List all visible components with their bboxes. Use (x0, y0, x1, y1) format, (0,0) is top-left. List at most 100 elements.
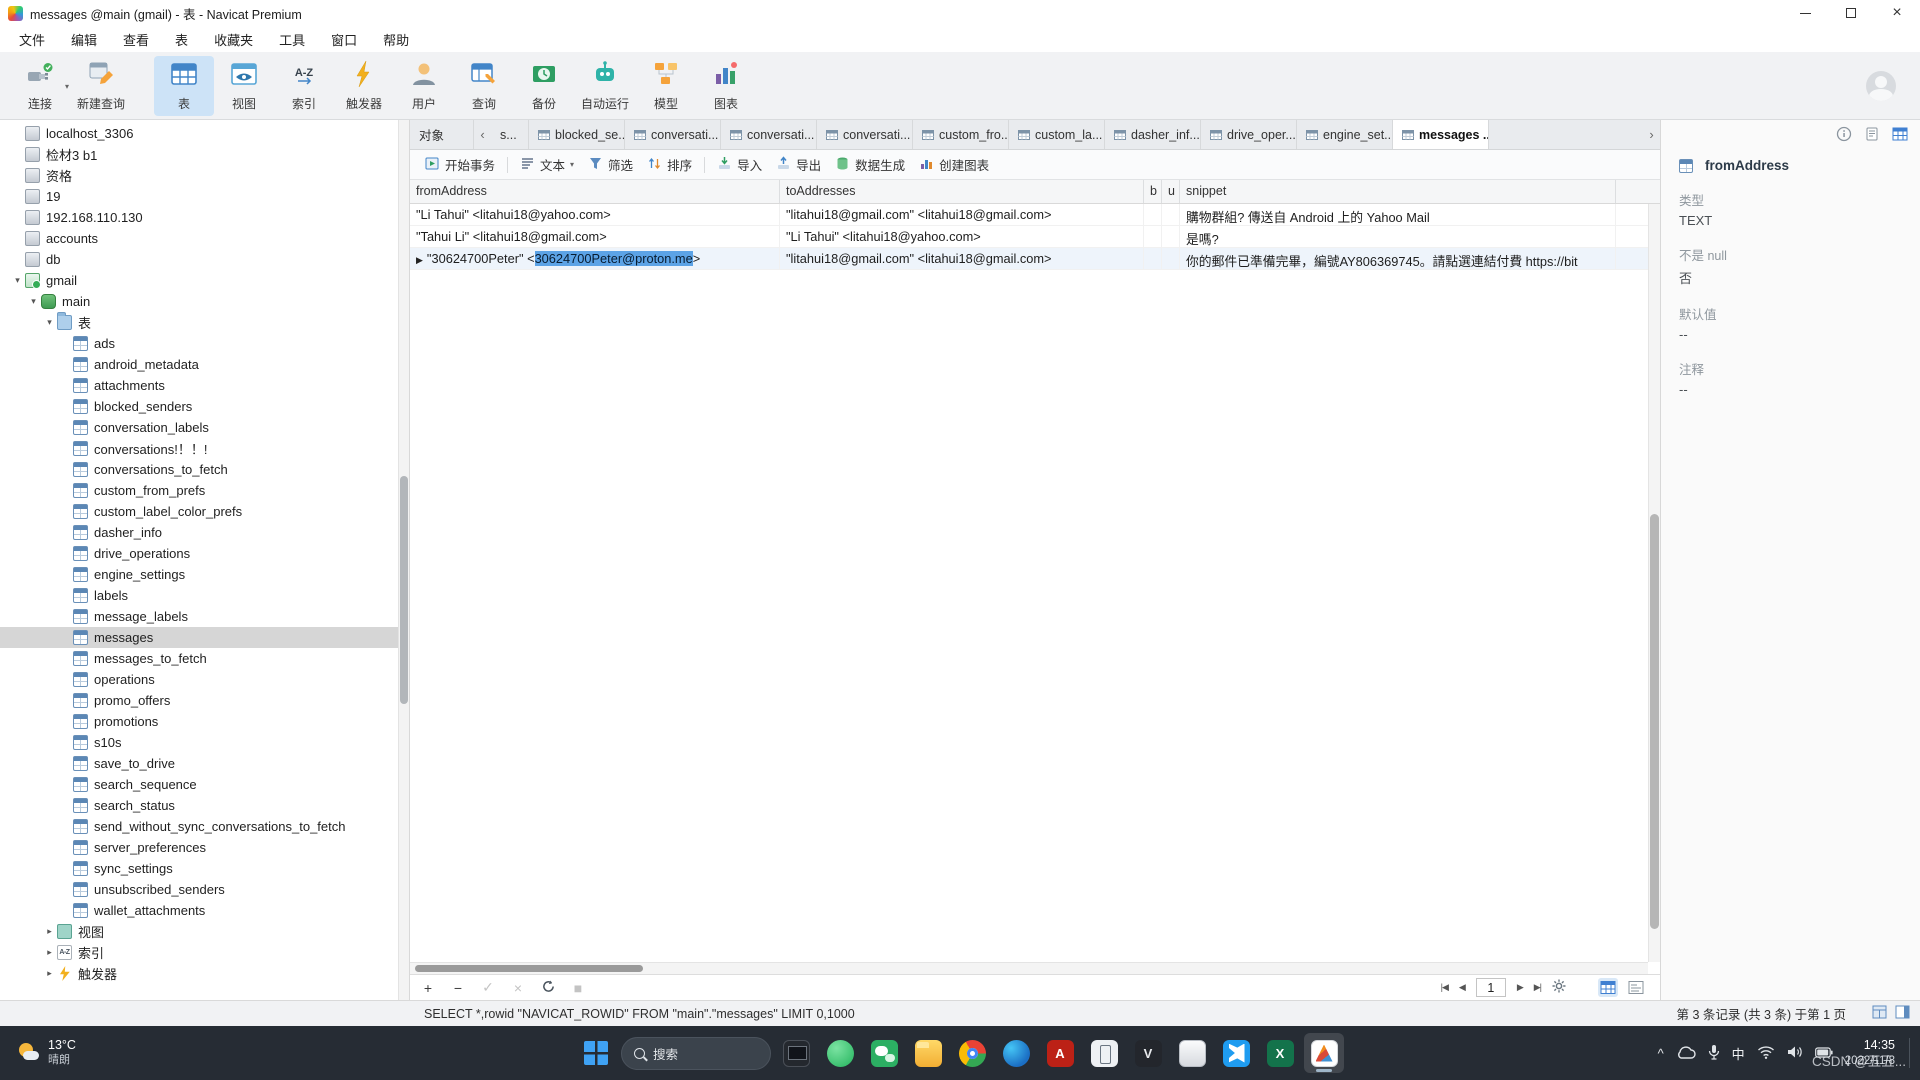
tree-item[interactable]: labels (0, 585, 398, 606)
table-tab[interactable]: conversati... (721, 120, 817, 149)
taskbar-app-chrome[interactable] (952, 1033, 992, 1073)
backup-tool-button[interactable]: 备份 (514, 56, 574, 116)
tree-item[interactable]: db (0, 249, 398, 270)
tree-item[interactable]: accounts (0, 228, 398, 249)
menu-table[interactable]: 表 (162, 30, 201, 49)
expand-arrow-icon[interactable]: ▸ (42, 926, 57, 937)
column-header-u[interactable]: u (1162, 180, 1180, 203)
tree-item[interactable]: wallet_attachments (0, 900, 398, 921)
tree-item[interactable]: sync_settings (0, 858, 398, 879)
sidebar-scrollbar-thumb[interactable] (400, 476, 408, 704)
user-avatar[interactable] (1866, 71, 1896, 101)
table-tab[interactable]: messages ... (1393, 120, 1489, 149)
grid-horizontal-scrollbar[interactable] (410, 962, 1648, 974)
tab-scroll-left-icon[interactable]: ‹ (474, 120, 491, 149)
create-chart-button[interactable]: 创建图表 (912, 152, 996, 177)
trigger-tool-button[interactable]: 触发器 (334, 56, 394, 116)
collapse-arrow-icon[interactable]: ▾ (26, 296, 41, 307)
statusbar-grid-icon[interactable] (1872, 1005, 1887, 1022)
tree-item[interactable]: ▸A-Z索引 (0, 942, 398, 963)
taskbar-app-pdf[interactable] (1040, 1033, 1080, 1073)
tree-item[interactable]: message_labels (0, 606, 398, 627)
tree-item[interactable]: ▾表 (0, 312, 398, 333)
taskbar-app-edge[interactable] (996, 1033, 1036, 1073)
cell-u[interactable] (1162, 226, 1180, 247)
tree-item[interactable]: server_preferences (0, 837, 398, 858)
taskbar-app-wechat[interactable] (864, 1033, 904, 1073)
new-query-button[interactable]: 新建查询 (70, 56, 132, 116)
next-page-button[interactable]: ▶ (1517, 982, 1523, 993)
table-tab[interactable]: custom_la... (1009, 120, 1105, 149)
tree-item[interactable]: promo_offers (0, 690, 398, 711)
grid-view-icon[interactable] (1598, 978, 1618, 997)
data-generation-button[interactable]: 数据生成 (828, 152, 912, 177)
weather-widget[interactable]: 13°C 晴朗 (12, 1026, 82, 1080)
tree-item[interactable]: ▸视图 (0, 921, 398, 942)
export-button[interactable]: 导出 (769, 152, 828, 177)
begin-transaction-button[interactable]: 开始事务 (418, 152, 502, 177)
cell-fromAddress[interactable]: "Li Tahui" <litahui18@yahoo.com> (410, 204, 780, 225)
tab-scroll-right-icon[interactable]: › (1643, 120, 1660, 149)
view-tool-button[interactable]: 视图 (214, 56, 274, 116)
close-button[interactable]: × (1874, 0, 1920, 26)
tree-item[interactable]: ▾gmail (0, 270, 398, 291)
tree-item[interactable]: promotions (0, 711, 398, 732)
mic-icon[interactable] (1708, 1044, 1720, 1063)
menu-file[interactable]: 文件 (6, 30, 58, 49)
tree-item[interactable]: drive_operations (0, 543, 398, 564)
taskbar-app-terminal[interactable] (776, 1033, 816, 1073)
tree-item[interactable]: dasher_info (0, 522, 398, 543)
column-header-fromAddress[interactable]: fromAddress (410, 180, 780, 203)
add-record-button[interactable]: + (420, 980, 436, 996)
tree-item[interactable]: blocked_senders (0, 396, 398, 417)
taskbar-search[interactable]: 搜索 (621, 1037, 771, 1070)
minimize-button[interactable] (1782, 0, 1828, 26)
tree-item[interactable]: send_without_sync_conversations_to_fetch (0, 816, 398, 837)
text-view-button[interactable]: 文本 ▾ (513, 152, 581, 177)
form-view-icon[interactable] (1626, 978, 1646, 997)
previous-page-button[interactable]: ◀ (1459, 982, 1465, 993)
cell-b[interactable] (1144, 226, 1162, 247)
cell-toAddresses[interactable]: "litahui18@gmail.com" <litahui18@gmail.c… (780, 248, 1144, 269)
tree-item[interactable]: 192.168.110.130 (0, 207, 398, 228)
menu-help[interactable]: 帮助 (370, 30, 422, 49)
cell-snippet[interactable]: 購物群組? 傳送自 Android 上的 Yahoo Mail (1180, 204, 1616, 225)
grid-vertical-scrollbar[interactable] (1648, 204, 1660, 962)
tree-item[interactable]: attachments (0, 375, 398, 396)
tree-item[interactable]: ▾main (0, 291, 398, 312)
cell-toAddresses[interactable]: "Li Tahui" <litahui18@yahoo.com> (780, 226, 1144, 247)
page-number-input[interactable] (1476, 978, 1506, 997)
cell-u[interactable] (1162, 248, 1180, 269)
query-tool-button[interactable]: 查询 (454, 56, 514, 116)
table-tab[interactable]: engine_set... (1297, 120, 1393, 149)
index-tool-button[interactable]: A-Z 索引 (274, 56, 334, 116)
menu-edit[interactable]: 编辑 (58, 30, 110, 49)
column-header-toAddresses[interactable]: toAddresses (780, 180, 1144, 203)
ddl-icon[interactable] (1864, 126, 1880, 145)
connection-button[interactable]: 连接 ▾ (10, 56, 70, 116)
tree-item[interactable]: operations (0, 669, 398, 690)
start-button[interactable] (576, 1033, 616, 1073)
cloud-icon[interactable] (1676, 1045, 1696, 1062)
chart-tool-button[interactable]: 图表 (696, 56, 756, 116)
tree-item[interactable]: messages (0, 627, 398, 648)
tree-item[interactable]: android_metadata (0, 354, 398, 375)
sidebar-scrollbar[interactable] (398, 120, 409, 1000)
grid-vscroll-thumb[interactable] (1650, 514, 1659, 929)
cell-fromAddress[interactable]: ▶"30624700Peter" <30624700Peter@proton.m… (410, 248, 780, 269)
menu-window[interactable]: 窗口 (318, 30, 370, 49)
tree-item[interactable]: conversations!！！! (0, 438, 398, 459)
info-icon[interactable] (1836, 126, 1852, 145)
taskbar-app-green-circle[interactable] (820, 1033, 860, 1073)
import-button[interactable]: 导入 (710, 152, 769, 177)
statusbar-pane-icon[interactable] (1895, 1005, 1910, 1022)
first-page-button[interactable]: |◀ (1441, 982, 1448, 993)
taskbar-app-excel[interactable] (1260, 1033, 1300, 1073)
column-header-snippet[interactable]: snippet (1180, 180, 1616, 203)
stop-button[interactable]: ■ (570, 980, 586, 996)
collapse-arrow-icon[interactable]: ▾ (10, 275, 25, 286)
chevron-down-icon[interactable]: ▾ (65, 82, 69, 91)
cell-b[interactable] (1144, 204, 1162, 225)
tree-item[interactable]: conversations_to_fetch (0, 459, 398, 480)
expand-arrow-icon[interactable]: ▸ (42, 947, 57, 958)
